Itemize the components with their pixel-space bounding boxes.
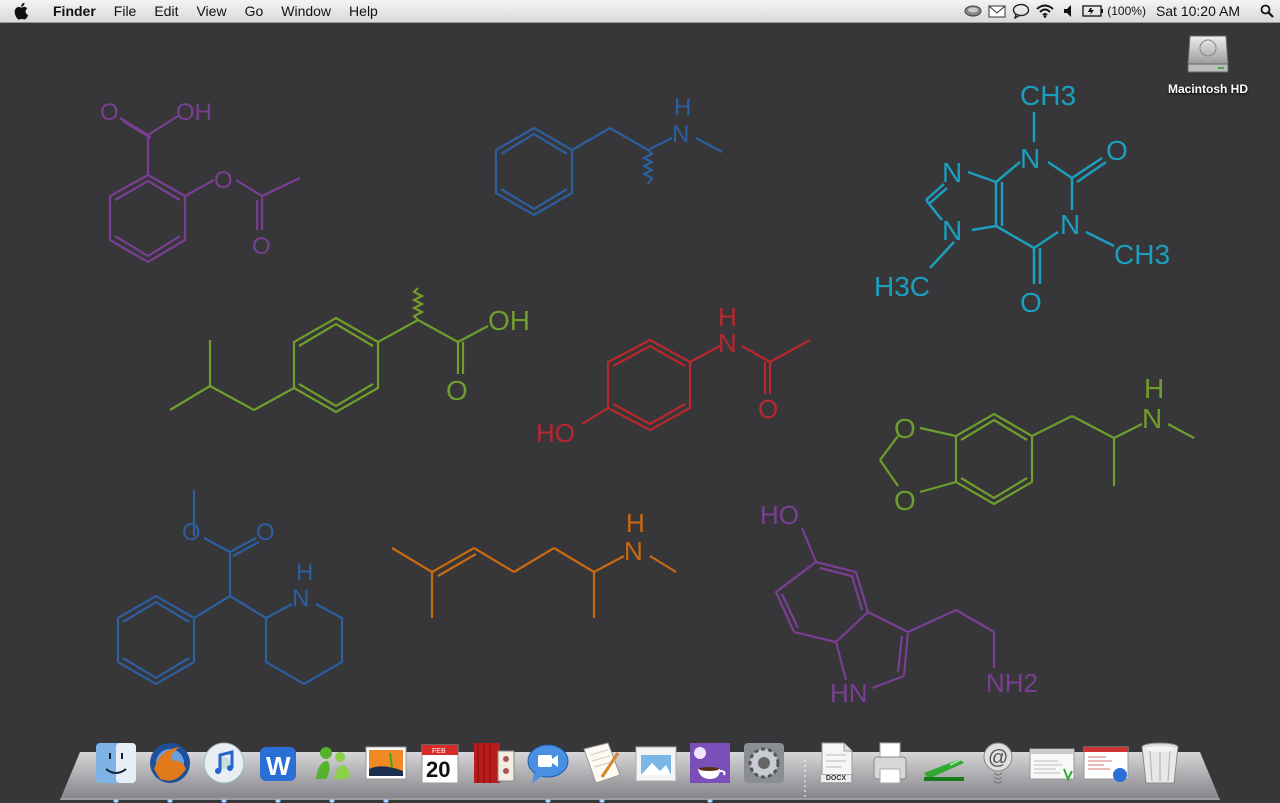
serotonin-nh2: NH2 (986, 668, 1038, 698)
preview-icon[interactable] (632, 739, 680, 787)
aspirin-o3: O (252, 233, 271, 260)
dock: W FEB 20 DOCX @ (92, 733, 1190, 803)
ical-icon[interactable]: FEB 20 (416, 739, 464, 787)
mail-stack-icon[interactable]: @ (974, 739, 1022, 787)
methylphenidate-o2: O (256, 519, 275, 546)
ibuprofen-molecule: OH O (169, 287, 530, 414)
caffeine-n3: N (1060, 209, 1080, 240)
menu-clock[interactable]: Sat 10:20 AM (1156, 3, 1240, 19)
methylphenidate-molecule: O O H N (116, 490, 344, 686)
macintosh-hd-label: Macintosh HD (1167, 82, 1248, 96)
mail-icon[interactable] (985, 0, 1009, 22)
time-machine-icon[interactable] (961, 0, 985, 22)
caffeine-molecule: CH3 N N O N N CH3 O H3C (874, 80, 1170, 318)
system-preferences-icon[interactable] (740, 739, 788, 787)
desktop-wallpaper: O OH O O H N CH3 N N O N N CH3 O H3C OH … (100, 80, 1195, 708)
printer-icon[interactable] (866, 739, 914, 787)
stapler-icon[interactable] (920, 739, 968, 787)
serotonin-molecule: HO HN NH2 (760, 500, 1038, 708)
ibuprofen-oh: OH (488, 305, 530, 336)
aspirin-molecule: O OH O O (100, 99, 301, 264)
caffeine-n1: N (1020, 143, 1040, 174)
macintosh-hd-desktop-icon[interactable]: Macintosh HD (1158, 28, 1258, 96)
meth-h: H (674, 94, 691, 121)
mdma-o1: O (894, 413, 916, 444)
mdma-o2: O (894, 485, 916, 516)
finder-icon[interactable] (92, 739, 140, 803)
caffeine-n4: N (942, 215, 962, 246)
chat-icon[interactable] (1009, 0, 1033, 22)
menu-help[interactable]: Help (340, 0, 387, 22)
menu-file[interactable]: File (105, 0, 146, 22)
methylphenidate-n: N (292, 585, 309, 612)
word-icon[interactable]: W (254, 739, 302, 803)
wifi-icon[interactable] (1033, 0, 1057, 22)
apple-menu-icon[interactable] (0, 0, 44, 22)
menu-edit[interactable]: Edit (145, 0, 187, 22)
methylphenidate-h: H (296, 559, 313, 586)
pages-icon[interactable] (578, 739, 626, 803)
menu-app-name[interactable]: Finder (44, 0, 105, 22)
menu-extras: (100%) Sat 10:20 AM (961, 0, 1280, 22)
menu-bar: Finder File Edit View Go Window Help (10… (0, 0, 1280, 23)
methylphenidate-o1: O (182, 519, 201, 546)
docx-icon[interactable]: DOCX (812, 739, 860, 787)
ical-month: FEB (432, 748, 446, 755)
mdma-n: N (1142, 403, 1162, 434)
spotlight-icon[interactable] (1254, 4, 1280, 18)
trash-icon[interactable] (1136, 739, 1184, 787)
caffeine-o1: O (1106, 135, 1128, 166)
isometheptene-molecule: H N (391, 508, 677, 618)
caffeine-n2: N (942, 157, 962, 188)
ichat-icon[interactable] (524, 739, 572, 803)
paracetamol-molecule: H N O HO (536, 302, 811, 448)
caffeine-ch3-top: CH3 (1020, 80, 1076, 111)
paracetamol-n: N (718, 328, 737, 358)
aspirin-o2: O (214, 167, 233, 194)
browser-window-icon[interactable] (1082, 739, 1130, 787)
serotonin-ho: HO (760, 500, 799, 530)
mdma-h: H (1144, 373, 1164, 404)
paracetamol-ho: HO (536, 418, 575, 448)
front-row-icon[interactable] (470, 739, 518, 787)
hard-drive-icon (1184, 28, 1232, 76)
meth-n: N (672, 121, 689, 148)
battery-percent: (100%) (1107, 4, 1146, 18)
dock-separator (794, 739, 812, 787)
iphoto-icon[interactable] (362, 739, 410, 803)
messenger-icon[interactable] (308, 739, 356, 803)
caffeine-ch3-right: CH3 (1114, 239, 1170, 270)
ical-day: 20 (426, 757, 450, 782)
methamphetamine-molecule: H N (494, 94, 723, 217)
isometheptene-n: N (624, 536, 643, 566)
itunes-icon[interactable] (200, 739, 248, 803)
menu-left: Finder File Edit View Go Window Help (0, 0, 387, 22)
ibuprofen-o: O (446, 375, 468, 406)
aspirin-o1: O (100, 99, 119, 126)
serotonin-hn: HN (830, 678, 868, 708)
svg-text:W: W (266, 751, 291, 781)
svg-text:@: @ (988, 747, 1008, 769)
caffeine-h3c: H3C (874, 271, 930, 302)
java-icon[interactable] (686, 739, 734, 803)
mdma-molecule: O O H N (879, 373, 1195, 516)
firefox-icon[interactable] (146, 739, 194, 803)
volume-icon[interactable] (1057, 0, 1081, 22)
paracetamol-o: O (758, 394, 778, 424)
caffeine-o2: O (1020, 287, 1042, 318)
menu-go[interactable]: Go (236, 0, 273, 22)
activity-monitor-icon[interactable] (1028, 739, 1076, 787)
battery-icon[interactable] (1081, 0, 1105, 22)
menu-view[interactable]: View (187, 0, 235, 22)
aspirin-oh: OH (176, 99, 212, 126)
isometheptene-h: H (626, 508, 645, 538)
docx-label: DOCX (820, 774, 852, 783)
menu-window[interactable]: Window (272, 0, 340, 22)
